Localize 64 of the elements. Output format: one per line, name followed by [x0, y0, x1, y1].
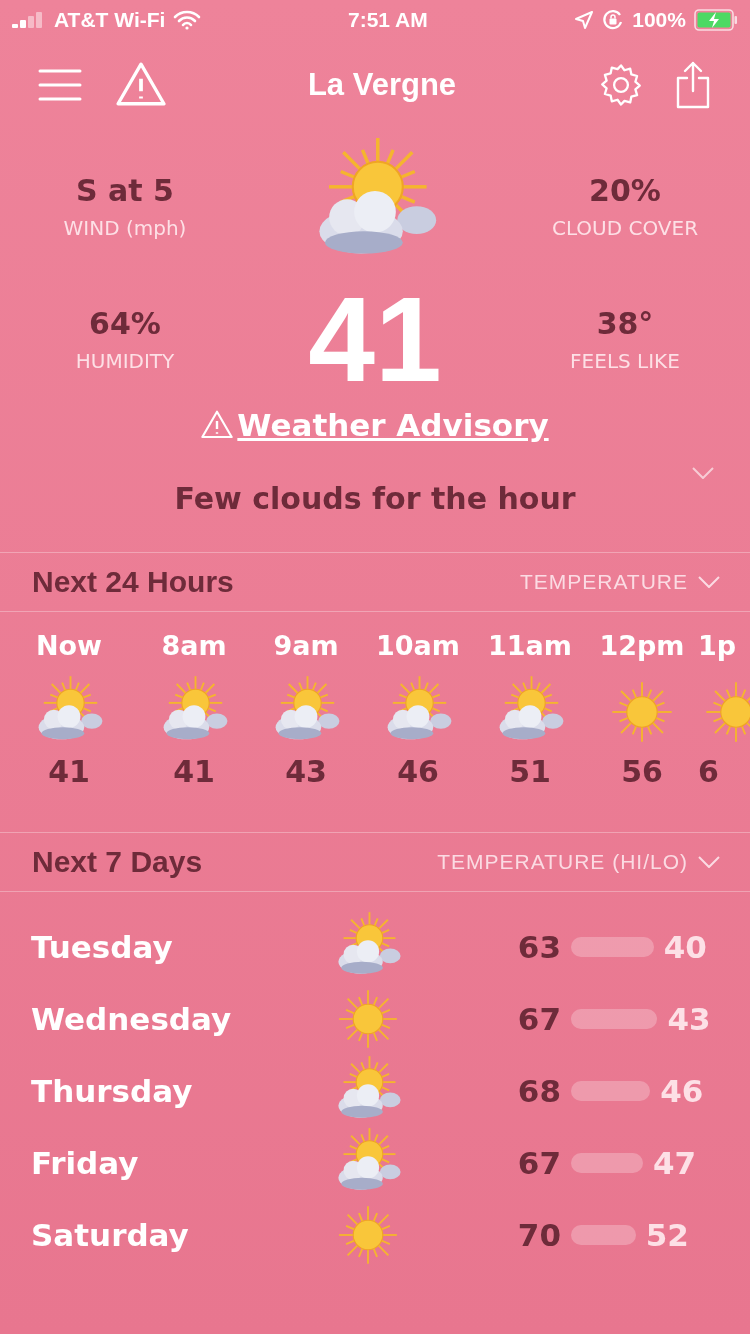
high-temperature: 67 — [516, 1001, 561, 1038]
stat-value: 38° — [596, 305, 654, 341]
range-bar — [571, 1153, 643, 1174]
hour-label: Now — [35, 630, 103, 664]
low-temperature: 40 — [663, 929, 707, 966]
high-temperature: 70 — [516, 1217, 561, 1254]
day-name: Wednesday — [31, 1001, 233, 1038]
share-icon — [674, 61, 712, 109]
expand-chevron-icon — [692, 467, 714, 480]
stat-value: 20% — [589, 173, 661, 208]
hour-label: 12pm — [599, 630, 685, 664]
high-temperature: 63 — [516, 929, 561, 966]
chevron-down-icon — [698, 576, 720, 589]
clock-time: 7:51 AM — [347, 8, 428, 32]
wifi-icon — [173, 10, 202, 30]
stat-label: CLOUD COVER — [551, 216, 699, 240]
location-arrow-icon — [574, 10, 595, 30]
day-name: Tuesday — [31, 929, 174, 966]
range-bar — [571, 1225, 636, 1246]
day-name: Thursday — [31, 1073, 194, 1110]
stat-value: S at 5 — [76, 173, 174, 208]
stat-label: FEELS LIKE — [570, 348, 680, 373]
hour-label: 11am — [488, 630, 572, 664]
chevron-down-icon — [698, 856, 720, 869]
hour-temperature: 43 — [285, 754, 327, 790]
hour-label: 1p — [698, 630, 737, 664]
warning-icon — [201, 409, 234, 441]
carrier-label: AT&T Wi-Fi — [54, 8, 166, 32]
day-name: Friday — [31, 1145, 140, 1182]
high-temperature: 68 — [516, 1073, 561, 1110]
stat-value: 64% — [89, 305, 161, 341]
battery-percent: 100% — [632, 8, 686, 32]
hour-summary: Few clouds for the hour — [0, 481, 750, 554]
rotation-lock-icon — [602, 9, 625, 31]
metric-dropdown[interactable]: TEMPERATURE — [519, 570, 720, 595]
metric-dropdown[interactable]: TEMPERATURE (HI/LO) — [437, 850, 720, 875]
low-temperature: 47 — [653, 1145, 697, 1182]
weather-advisory-link[interactable]: Weather Advisory — [201, 407, 549, 443]
hour-temperature: 56 — [621, 754, 663, 790]
menu-icon — [38, 68, 82, 102]
high-temperature: 67 — [516, 1145, 561, 1182]
hour-temperature: 41 — [173, 754, 215, 790]
hour-temperature: 46 — [397, 754, 439, 790]
battery-charging-icon — [694, 9, 738, 31]
menu-button[interactable] — [38, 68, 82, 102]
day-name: Saturday — [31, 1217, 190, 1254]
current-temperature: 41 — [308, 279, 442, 399]
hour-temperature: 41 — [48, 754, 90, 790]
settings-icon — [598, 62, 644, 108]
city-title: La Vergne — [307, 67, 457, 103]
hour-label: 10am — [376, 630, 460, 664]
hour-label: 9am — [273, 630, 339, 664]
low-temperature: 52 — [645, 1217, 689, 1254]
hour-temperature: 51 — [509, 754, 551, 790]
low-temperature: 46 — [660, 1073, 704, 1110]
low-temperature: 43 — [667, 1001, 711, 1038]
share-button[interactable] — [674, 61, 712, 109]
settings-button[interactable] — [598, 62, 644, 108]
stat-label: WIND (mph) — [63, 216, 187, 240]
hour-label: 8am — [161, 630, 227, 664]
stat-label: HUMIDITY — [75, 348, 175, 373]
hour-temperature: 6 — [698, 754, 719, 790]
section-title: Next 24 Hours — [32, 565, 234, 600]
section-title: Next 7 Days — [32, 845, 203, 880]
